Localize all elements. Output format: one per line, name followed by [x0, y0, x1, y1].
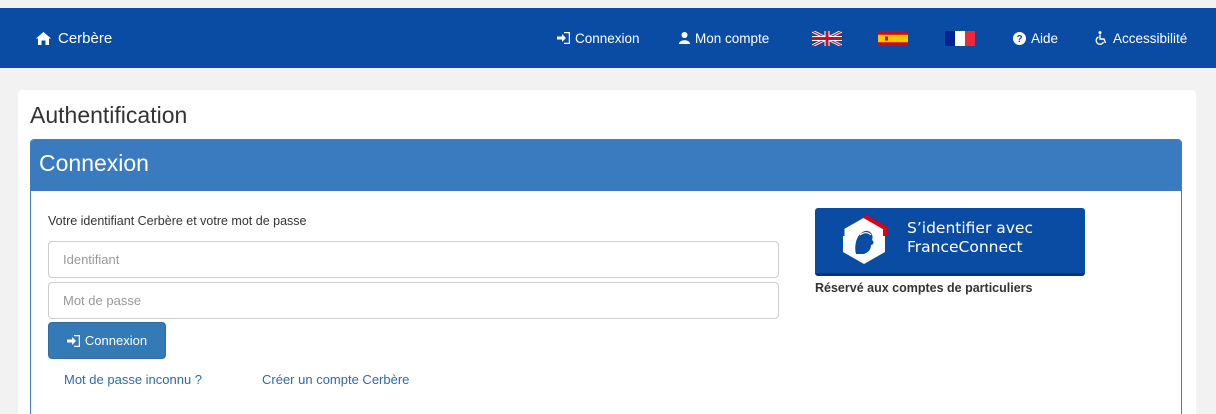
forgot-password-link[interactable]: Mot de passe inconnu ?	[64, 372, 202, 387]
top-navbar: Cerbère Connexion Mon compte ? Aide Acce…	[0, 8, 1216, 68]
nav-login-link[interactable]: Connexion	[557, 8, 640, 68]
username-input[interactable]	[48, 241, 779, 278]
nav-accessibility-label: Accessibilité	[1113, 30, 1188, 46]
create-account-link[interactable]: Créer un compte Cerbère	[262, 372, 409, 387]
franceconnect-line2: FranceConnect	[907, 238, 1023, 256]
sign-in-icon	[66, 334, 80, 347]
nav-help-link[interactable]: ? Aide	[1013, 8, 1058, 68]
login-button[interactable]: Connexion	[48, 322, 166, 359]
nav-help-label: Aide	[1031, 30, 1059, 46]
brand-home-link[interactable]: Cerbère	[36, 8, 112, 68]
password-input[interactable]	[48, 282, 779, 319]
franceconnect-text: S’identifier avec FranceConnect	[907, 219, 1033, 257]
nav-login-label: Connexion	[575, 30, 640, 46]
login-panel: Connexion Votre identifiant Cerbère et v…	[30, 139, 1182, 414]
france-flag-icon[interactable]	[945, 31, 975, 46]
franceconnect-line1: S’identifier avec	[907, 219, 1033, 237]
svg-text:?: ?	[1016, 34, 1022, 45]
wheelchair-icon	[1095, 31, 1108, 45]
login-button-label: Connexion	[84, 333, 148, 348]
sign-in-icon	[557, 32, 570, 44]
franceconnect-note: Réservé aux comptes de particuliers	[815, 281, 1033, 295]
nav-account-label: Mon compte	[695, 30, 770, 46]
page-title: Authentification	[30, 102, 188, 128]
brand-name: Cerbère	[58, 29, 113, 47]
home-icon	[36, 31, 51, 45]
spain-flag-icon[interactable]	[878, 31, 908, 46]
credentials-label: Votre identifiant Cerbère et votre mot d…	[48, 214, 307, 228]
nav-account-link[interactable]: Mon compte	[679, 8, 769, 68]
uk-flag-icon[interactable]	[812, 31, 842, 46]
franceconnect-button[interactable]: S’identifier avec FranceConnect	[815, 208, 1085, 276]
user-icon	[679, 32, 690, 44]
panel-heading: Connexion	[31, 140, 1181, 191]
main-card: Authentification Connexion Votre identif…	[18, 90, 1196, 414]
question-circle-icon: ?	[1013, 31, 1026, 45]
franceconnect-logo-icon	[840, 214, 888, 271]
nav-accessibility-link[interactable]: Accessibilité	[1095, 8, 1187, 68]
